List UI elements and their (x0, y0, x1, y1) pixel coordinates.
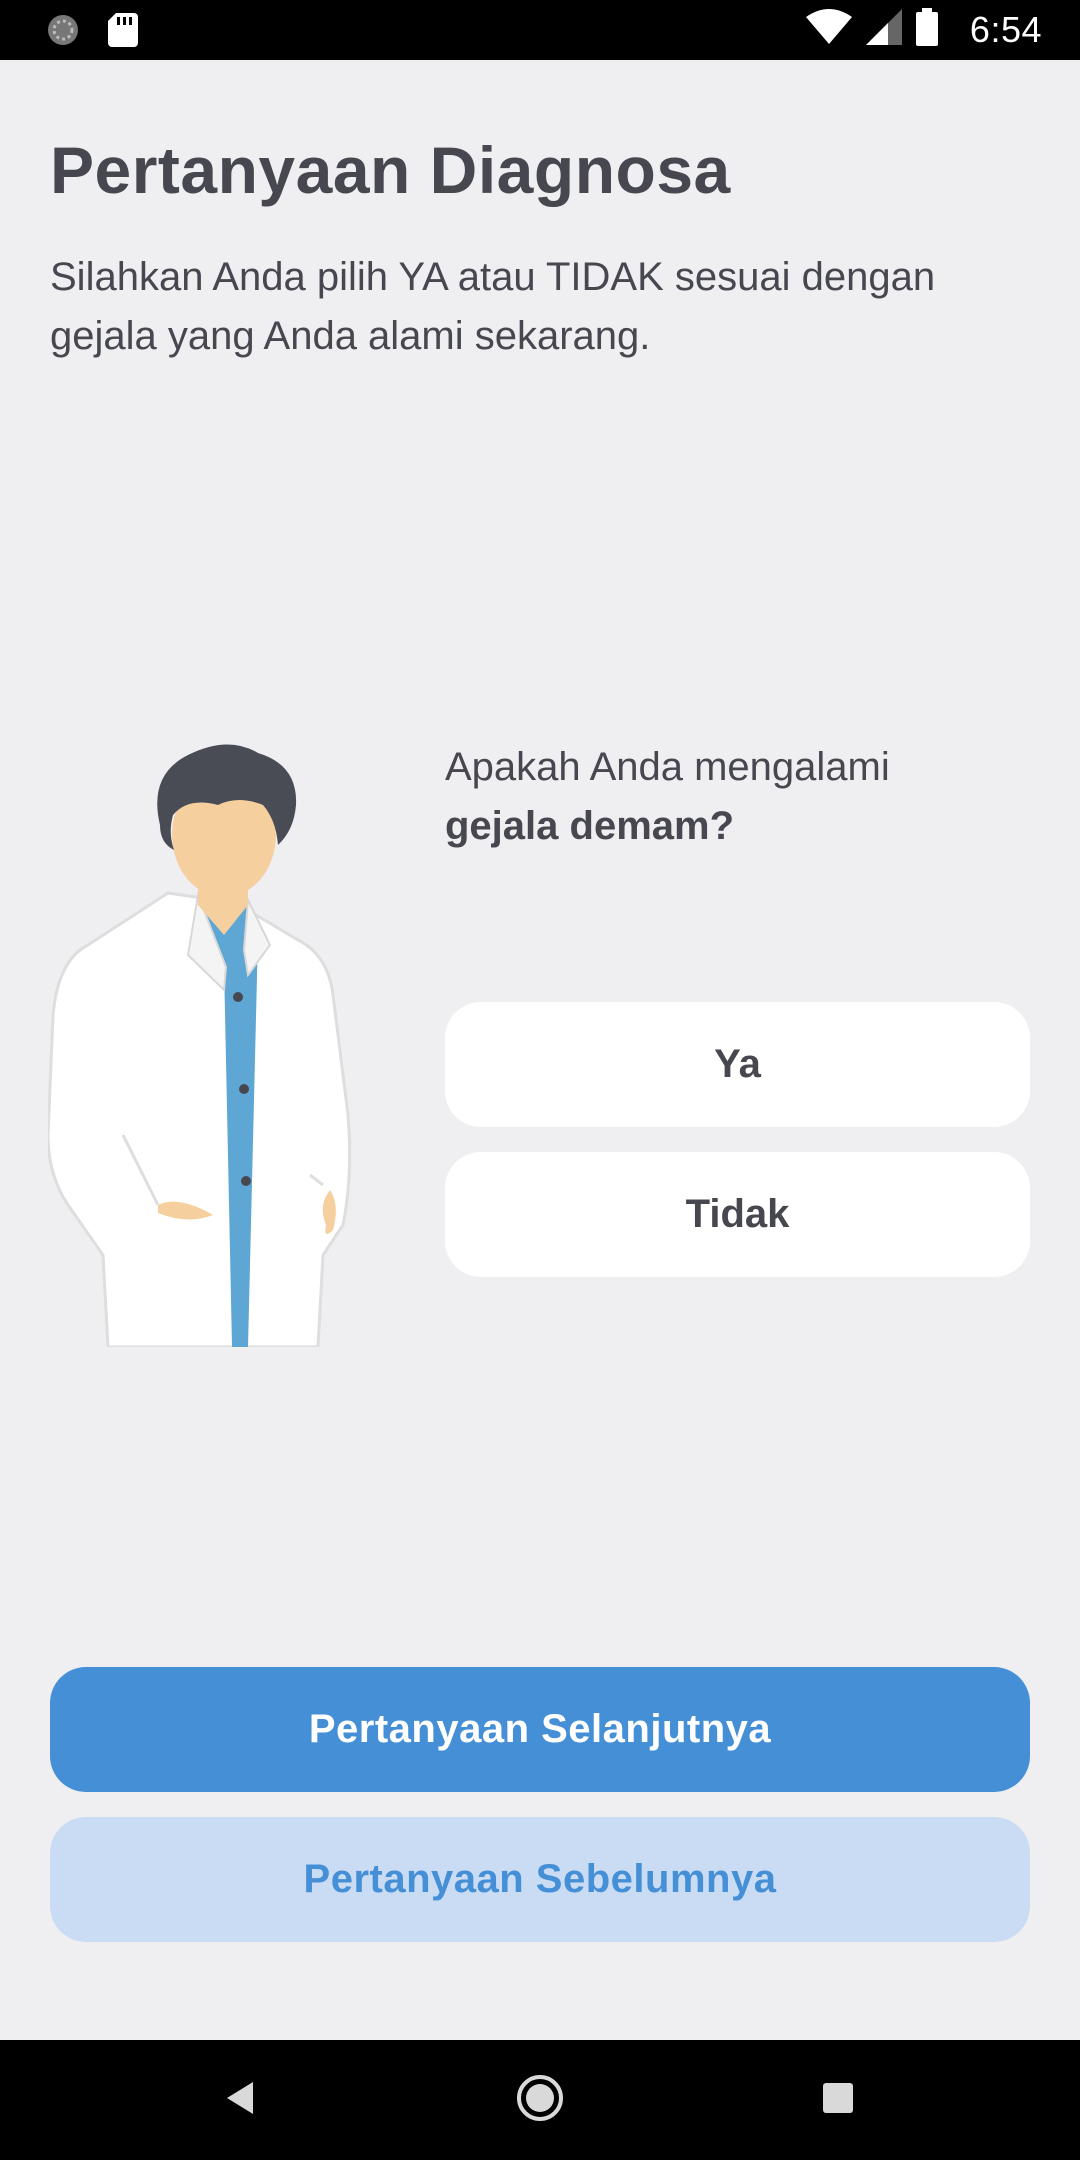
wifi-icon (805, 9, 852, 50)
status-bar: 6:54 (0, 0, 1080, 60)
previous-question-button[interactable]: Pertanyaan Sebelumnya (50, 1817, 1030, 1942)
sd-card-icon (108, 13, 138, 52)
question-text: Apakah Anda mengalami gejala demam? (445, 738, 1045, 856)
yes-button[interactable]: Ya (445, 1002, 1030, 1127)
back-icon (223, 2080, 257, 2121)
question-emphasis: gejala demam? (445, 804, 735, 848)
status-right-icons: 6:54 (805, 8, 1042, 51)
system-nav-bar (0, 2040, 1080, 2160)
page-title: Pertanyaan Diagnosa (50, 133, 731, 207)
battery-icon (915, 8, 938, 51)
recents-icon (821, 2081, 855, 2120)
no-button[interactable]: Tidak (445, 1152, 1030, 1277)
status-left-icons (46, 13, 138, 52)
home-icon (515, 2073, 565, 2128)
diagnosis-screen: Pertanyaan Diagnosa Silahkan Anda pilih … (0, 60, 1080, 2040)
question-prefix: Apakah Anda mengalami (445, 745, 890, 789)
recents-button[interactable] (778, 2040, 898, 2160)
cell-signal-icon (865, 9, 902, 50)
doctor-illustration (46, 735, 398, 1349)
next-question-button[interactable]: Pertanyaan Selanjutnya (50, 1667, 1030, 1792)
back-button[interactable] (180, 2040, 300, 2160)
home-button[interactable] (480, 2040, 600, 2160)
sync-icon (46, 13, 80, 52)
page-subtitle: Silahkan Anda pilih YA atau TIDAK sesuai… (50, 255, 936, 358)
status-time: 6:54 (969, 8, 1042, 50)
